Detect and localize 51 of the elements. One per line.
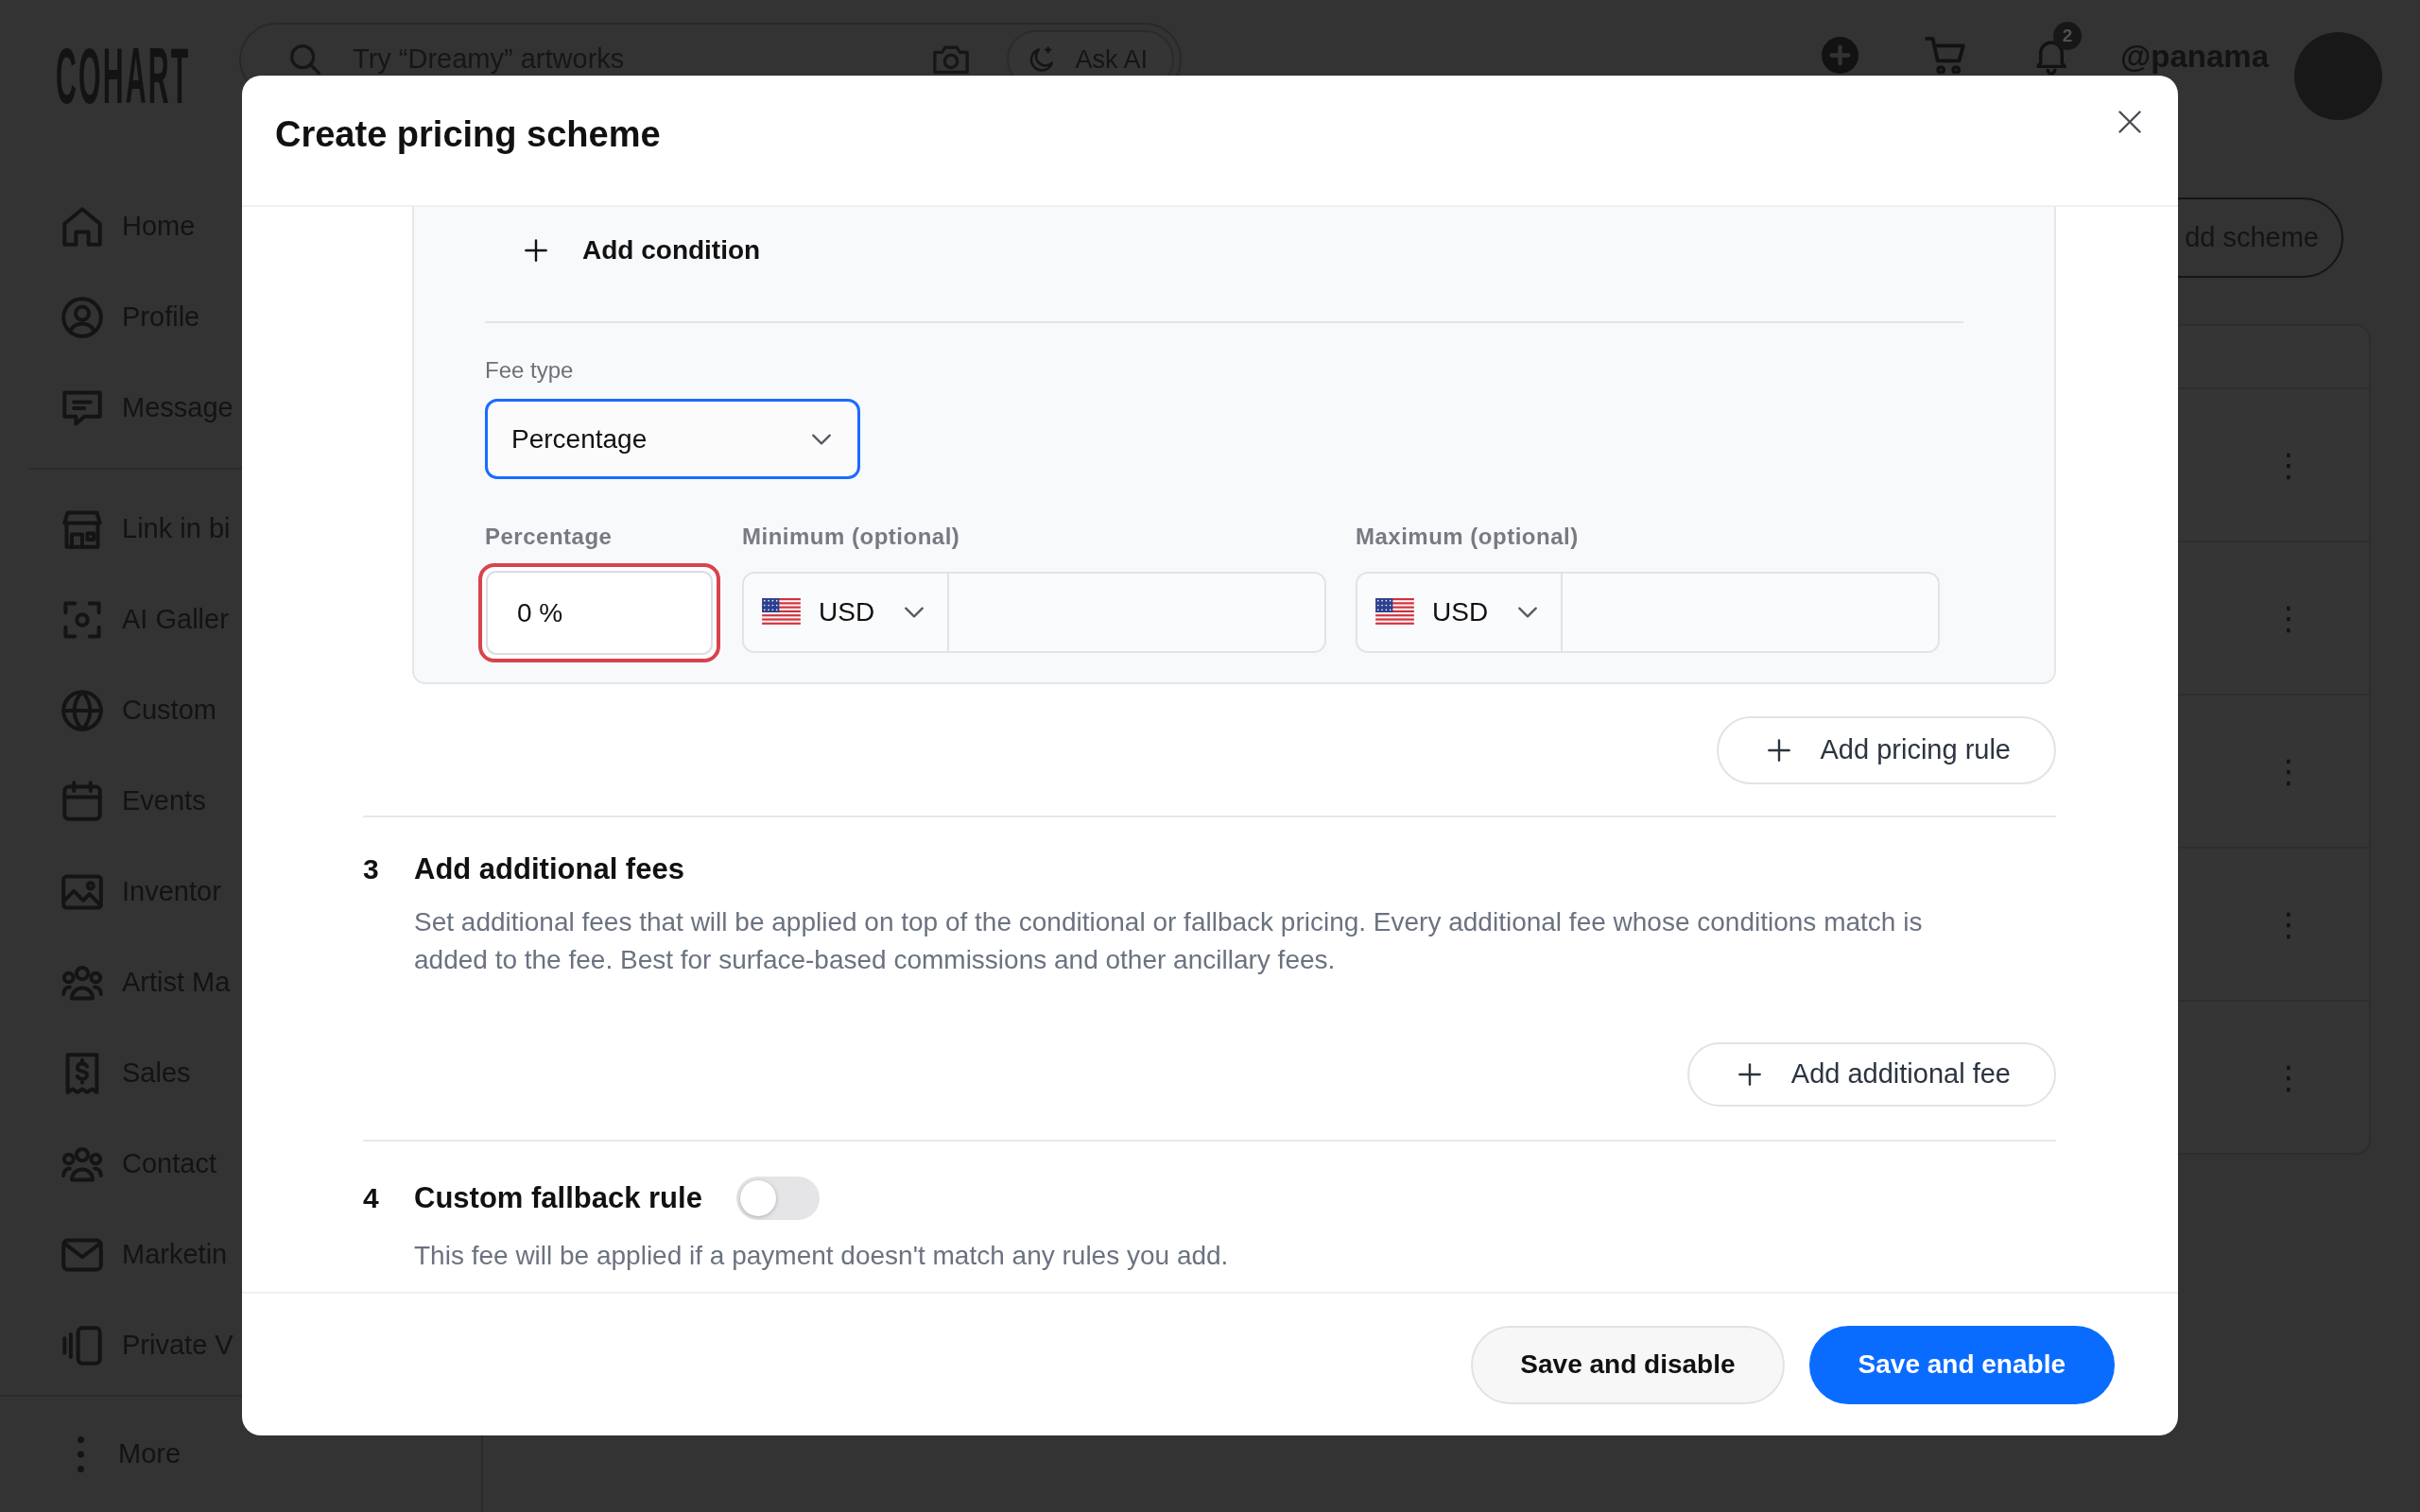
fee-type-dropdown[interactable]: Percentage	[485, 399, 860, 479]
field-label: Percentage	[485, 523, 614, 550]
add-fee-button[interactable]: Add additional fee	[1686, 1042, 2056, 1107]
section-title: Add additional fees	[414, 852, 684, 886]
section-number: 4	[363, 1181, 380, 1215]
phone-stack-icon	[61, 1325, 103, 1366]
section-number: 3	[363, 852, 380, 886]
toggle-switch[interactable]	[735, 1177, 820, 1220]
more-icon	[78, 1436, 84, 1472]
globe-icon	[61, 690, 103, 731]
camera-icon[interactable]	[933, 44, 970, 75]
field-label: Minimum (optional)	[742, 523, 961, 550]
row-menu-button[interactable]: ⋮	[2271, 602, 2307, 634]
section-description: Set additional fees that will be applied on top of the conditional or fallback pricing. Every additional fee whose conditions match is added to the fee. Best for surface-based commissions and other ancillary fees.	[414, 906, 1924, 976]
user-circle-icon	[61, 297, 103, 338]
percentage-input[interactable]: 0 %	[478, 563, 720, 662]
close-icon	[2118, 111, 2141, 133]
chevron-down-icon	[812, 433, 831, 445]
moon-sparkle-icon	[1028, 46, 1055, 73]
row-menu-button[interactable]: ⋮	[2271, 449, 2307, 481]
notification-badge: 2	[2053, 22, 2083, 50]
home-icon	[61, 206, 103, 248]
chevron-down-icon	[1518, 607, 1538, 618]
add-pricing-rule-button[interactable]: Add pricing rule	[1716, 716, 2056, 784]
field-label: Fee type	[485, 356, 575, 384]
scan-frame-icon	[61, 599, 103, 641]
chevron-down-icon	[905, 607, 925, 618]
row-menu-button[interactable]: ⋮	[2271, 908, 2307, 940]
plus-circle-icon[interactable]	[1822, 36, 1859, 74]
row-menu-button[interactable]: ⋮	[2271, 755, 2307, 787]
amount-input[interactable]	[1563, 572, 1940, 653]
currency-dropdown[interactable]: USD	[742, 572, 949, 653]
section-description: This fee will be applied if a payment doesn't match any rules you add.	[414, 1240, 1230, 1272]
calendar-icon	[61, 781, 103, 822]
save-enable-button[interactable]: Save and enable	[1808, 1325, 2115, 1404]
currency-dropdown[interactable]: USD	[1356, 572, 1563, 653]
plus-icon	[525, 239, 547, 262]
row-menu-button[interactable]: ⋮	[2271, 1061, 2307, 1093]
search-icon	[290, 44, 320, 75]
add-condition-button[interactable]: Add condition	[513, 226, 772, 275]
plus-icon	[1737, 1063, 1761, 1086]
save-disable-button[interactable]: Save and disable	[1471, 1325, 1785, 1404]
plus-icon	[1767, 739, 1790, 762]
flag-icon	[1374, 598, 1415, 627]
amount-input[interactable]	[949, 572, 1326, 653]
field-label: Maximum (optional)	[1356, 523, 1580, 550]
flag-icon	[761, 598, 802, 627]
cart-icon[interactable]	[1925, 36, 1967, 74]
dialog-title: Create pricing scheme	[275, 113, 661, 155]
storefront-icon	[61, 508, 103, 550]
section-title: Custom fallback rule	[414, 1181, 702, 1215]
